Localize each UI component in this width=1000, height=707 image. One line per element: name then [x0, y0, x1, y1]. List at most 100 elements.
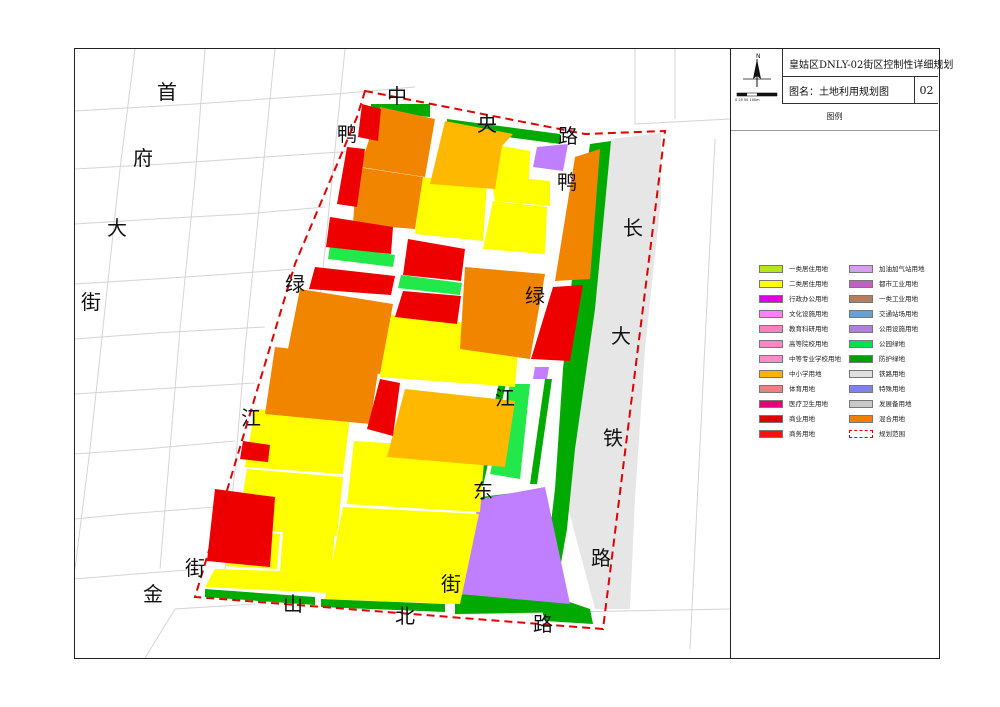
legend-label: 混合用地	[879, 415, 905, 423]
legend-item: 加油加气站用地	[849, 262, 937, 277]
legend-swatch	[849, 415, 873, 423]
legend-item: 防护绿地	[849, 352, 937, 367]
road-label-changda-3: 铁	[603, 426, 623, 450]
legend-swatch	[849, 385, 873, 393]
legend-label: 行政办公用地	[789, 295, 828, 303]
road-label-yalvjiang-w-2: 绿	[285, 272, 305, 296]
legend-item: 商务用地	[759, 427, 847, 442]
legend-swatch	[759, 340, 783, 348]
legend-swatch	[849, 265, 873, 273]
map-name: 图名：土地利用规划图	[789, 87, 889, 98]
legend-label: 特殊用地	[879, 385, 905, 393]
road-label-yalvjiang-w-1: 鸭	[337, 122, 357, 146]
legend-swatch	[759, 355, 783, 363]
legend-item: 交通站场用地	[849, 307, 937, 322]
road-label-yalvjiang-e-2: 绿	[525, 284, 545, 308]
legend-label: 防护绿地	[879, 355, 905, 363]
legend-label: 规划范围	[879, 430, 905, 438]
legend-swatch	[849, 370, 873, 378]
legend-swatch	[759, 295, 783, 303]
utility-land-small	[533, 144, 568, 171]
road-label-jinshan-1: 金	[143, 582, 163, 606]
road-label-yalvjiang-e-4: 东	[473, 479, 493, 503]
legend-label: 中小学用地	[789, 370, 822, 378]
road-label-yalvjiang-w-4: 街	[185, 556, 205, 580]
land-use-map: 首 府 大 街 中 央 路 鸭 绿 江 街 鸭 绿 江 东 街 长 大 铁 路	[75, 49, 730, 658]
title-panel: N 0 25 50 100m 皇姑区DNLY-02街区控制性详细规划 图名：土地…	[730, 49, 953, 658]
legend-label: 商务用地	[789, 430, 815, 438]
legend-label: 二类居住用地	[789, 280, 828, 288]
legend-item: 公园绿地	[849, 337, 937, 352]
legend-column-left: 一类居住用地 二类居住用地 行政办公用地 文化设施用地 教育科研用地 高等院校用地 中等专业…	[759, 262, 847, 442]
road-label-yalvjiang-e-1: 鸭	[557, 170, 577, 194]
legend-label: 中等专业学校用地	[789, 355, 841, 363]
legend-label: 一类工业用地	[879, 295, 918, 303]
legend-label: 加油加气站用地	[879, 265, 925, 273]
legend-item: 铁路用地	[849, 367, 937, 382]
legend-swatch	[759, 325, 783, 333]
road-label-changda-2: 大	[611, 324, 631, 348]
legend-label: 商业用地	[789, 415, 815, 423]
road-label-shoufu-2: 府	[133, 146, 153, 170]
legend-swatch	[849, 280, 873, 288]
legend-item: 一类居住用地	[759, 262, 847, 277]
road-label-jinshan-2: 山	[283, 592, 303, 616]
map-number: 02	[914, 77, 938, 104]
legend-item: 中等专业学校用地	[759, 352, 847, 367]
legend-label: 发展备用地	[879, 400, 912, 408]
road-label-shoufu-3: 大	[107, 216, 127, 240]
legend-swatch	[849, 340, 873, 348]
legend-item: 行政办公用地	[759, 292, 847, 307]
legend-swatch	[759, 430, 783, 438]
legend-column-right: 加油加气站用地 都市工业用地 一类工业用地 交通站场用地 公用设施用地 公园绿地防护绿地铁…	[849, 262, 937, 442]
road-label-yalvjiang-e-3: 江	[495, 386, 515, 410]
scale-text: 0 25 50 100m	[735, 98, 760, 102]
legend-item: 混合用地	[849, 412, 937, 427]
legend-label: 医疗卫生用地	[789, 400, 828, 408]
legend-swatch	[849, 355, 873, 363]
north-mark: N	[756, 53, 761, 60]
legend-swatch	[759, 265, 783, 273]
legend-label: 公园绿地	[879, 340, 905, 348]
road-label-shoufu-1: 首	[157, 80, 177, 104]
plan-title: 皇姑区DNLY-02街区控制性详细规划	[789, 60, 954, 71]
road-label-zhongyang-1: 中	[387, 84, 407, 108]
legend-item: 中小学用地	[759, 367, 847, 382]
utility-land-tiny	[533, 367, 549, 379]
road-label-zhongyang-2: 央	[477, 112, 497, 136]
legend-swatch	[759, 280, 783, 288]
legend-label: 铁路用地	[879, 370, 905, 378]
map-frame: 首 府 大 街 中 央 路 鸭 绿 江 街 鸭 绿 江 东 街 长 大 铁 路	[74, 48, 953, 659]
north-arrow-icon: N 0 25 50 100m	[735, 53, 778, 102]
road-label-changda-1: 长	[623, 216, 643, 240]
legend-swatch	[759, 385, 783, 393]
legend-item: 体育用地	[759, 382, 847, 397]
legend-swatch	[849, 295, 873, 303]
road-label-changda-4: 路	[591, 546, 611, 570]
north-arrow-scale: N 0 25 50 100m	[731, 49, 783, 104]
legend-item: 一类工业用地	[849, 292, 937, 307]
legend-label: 都市工业用地	[879, 280, 918, 288]
legend-item: 文化设施用地	[759, 307, 847, 322]
legend-label: 教育科研用地	[789, 325, 828, 333]
road-label-jinshan-3: 北	[395, 604, 415, 628]
legend-label: 文化设施用地	[789, 310, 828, 318]
legend-item: 商业用地	[759, 412, 847, 427]
legend-item: 二类居住用地	[759, 277, 847, 292]
road-label-jinshan-4: 路	[533, 612, 553, 636]
legend-item: 医疗卫生用地	[759, 397, 847, 412]
legend-swatch	[849, 310, 873, 318]
legend-swatch	[849, 325, 873, 333]
road-label-yalvjiang-e-5: 街	[441, 572, 461, 596]
legend-label: 公用设施用地	[879, 325, 918, 333]
legend-label: 一类居住用地	[789, 265, 828, 273]
legend-swatch	[759, 310, 783, 318]
legend-title: 图例	[826, 112, 843, 121]
legend-swatch	[849, 430, 873, 438]
legend-label: 交通站场用地	[879, 310, 918, 318]
legend-swatch	[759, 400, 783, 408]
legend-item: 规划范围	[849, 427, 937, 442]
road-label-shoufu-4: 街	[81, 290, 101, 314]
legend-item: 都市工业用地	[849, 277, 937, 292]
legend-item: 特殊用地	[849, 382, 937, 397]
